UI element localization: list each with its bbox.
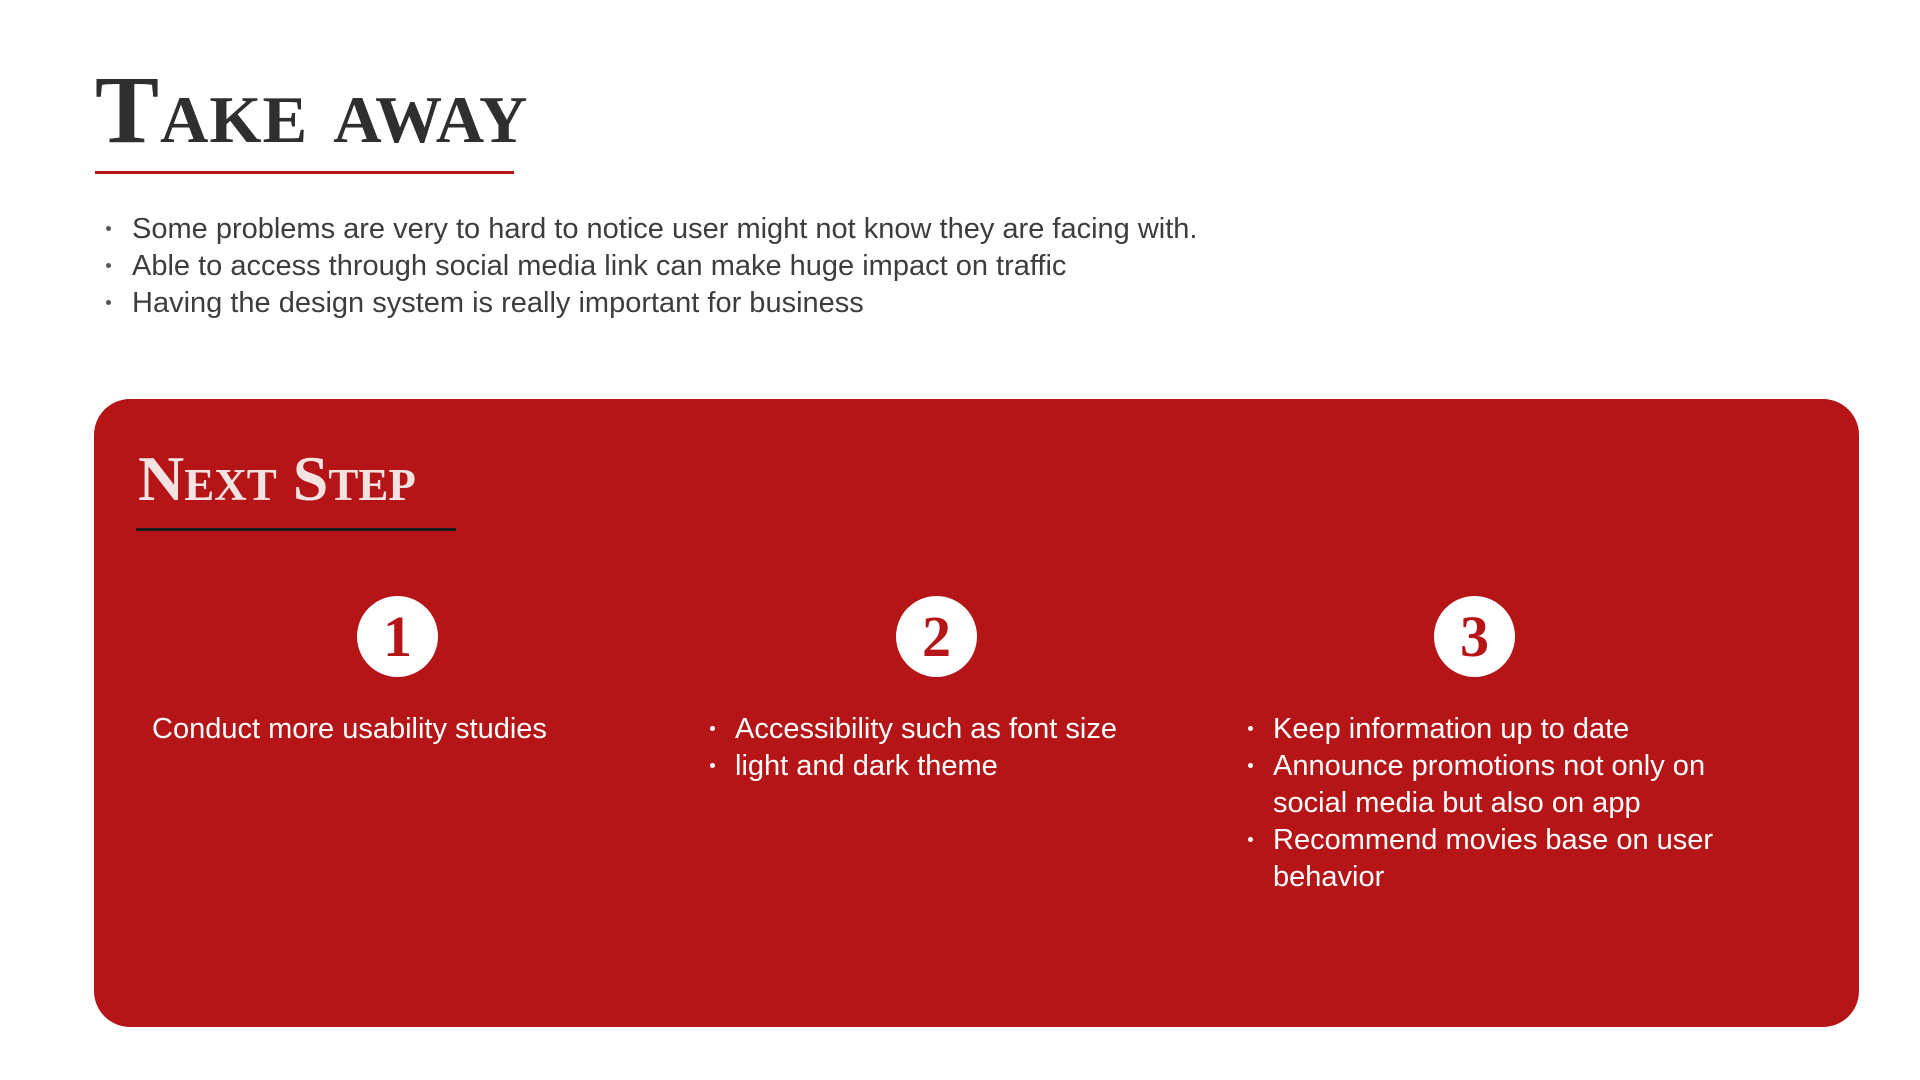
bullet-icon <box>1248 837 1253 842</box>
bullet-icon <box>1248 763 1253 768</box>
bullet-icon <box>1248 726 1253 731</box>
step-1-number-badge: 1 <box>357 596 438 677</box>
takeaway-item: Some problems are very to hard to notice… <box>103 211 1197 248</box>
step-3-item: Keep information up to date <box>1246 711 1746 748</box>
step-3-list: Keep information up to date Announce pro… <box>1246 711 1746 896</box>
next-step-panel: Next Step 1 2 3 Conduct more usability s… <box>94 399 1859 1027</box>
takeaway-title-underline <box>95 171 514 174</box>
step-3-item-text: Announce promotions not only on social m… <box>1273 750 1706 819</box>
step-3-item-text: Keep information up to date <box>1273 713 1630 745</box>
takeaway-item: Able to access through social media link… <box>103 248 1197 285</box>
next-step-title-underline <box>136 528 456 531</box>
bullet-icon <box>710 763 715 768</box>
bullet-icon <box>106 263 111 268</box>
takeaway-item: Having the design system is really impor… <box>103 285 1197 322</box>
bullet-icon <box>106 226 111 231</box>
takeaway-title: Take away <box>95 56 529 163</box>
step-2-number-badge: 2 <box>896 596 977 677</box>
next-step-title: Next Step <box>138 443 416 514</box>
step-3-item: Announce promotions not only on social m… <box>1246 748 1746 822</box>
step-2-item: Accessibility such as font size <box>708 711 1208 748</box>
step-3-number-badge: 3 <box>1434 596 1515 677</box>
step-3-item: Recommend movies base on user behavior <box>1246 822 1746 896</box>
step-2-item-text: Accessibility such as font size <box>735 713 1117 745</box>
step-2-item-text: light and dark theme <box>735 750 998 782</box>
step-2-list: Accessibility such as font size light an… <box>708 711 1208 785</box>
takeaway-item-text: Some problems are very to hard to notice… <box>132 213 1198 245</box>
takeaway-item-text: Able to access through social media link… <box>132 250 1067 282</box>
step-1-text: Conduct more usability studies <box>152 713 547 745</box>
bullet-icon <box>106 300 111 305</box>
bullet-icon <box>710 726 715 731</box>
step-2-item: light and dark theme <box>708 748 1208 785</box>
takeaway-item-text: Having the design system is really impor… <box>132 287 864 319</box>
step-3-item-text: Recommend movies base on user behavior <box>1273 824 1714 893</box>
takeaway-list: Some problems are very to hard to notice… <box>103 211 1197 322</box>
